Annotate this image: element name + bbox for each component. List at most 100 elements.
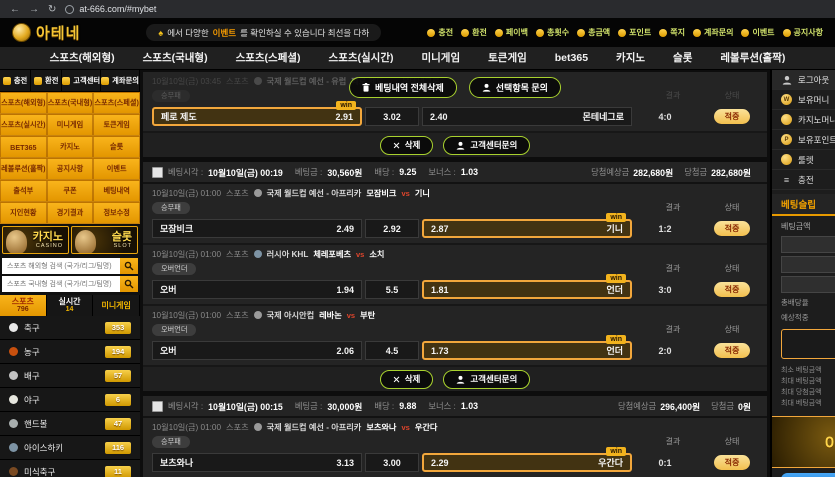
header-link-포인트[interactable]: 포인트 <box>618 27 651 38</box>
header-link-공지사항[interactable]: 공지사항 <box>783 27 823 38</box>
nav-item-스포츠(해외형)[interactable]: 스포츠(해외형) <box>36 47 129 69</box>
status-header: 상태 <box>706 90 758 101</box>
nav-item-토큰게임[interactable]: 토큰게임 <box>474 47 541 69</box>
search-button-2[interactable] <box>120 276 138 292</box>
reload-icon[interactable]: ↻ <box>48 4 56 15</box>
trash-icon <box>362 83 370 92</box>
menu-grid-스포츠(해외형)[interactable]: 스포츠(해외형) <box>0 92 47 114</box>
forward-icon[interactable]: → <box>29 4 39 15</box>
nav-item-스포츠(실시간)[interactable]: 스포츠(실시간) <box>315 47 408 69</box>
athens-banner[interactable]: 아테네 <box>772 416 835 468</box>
menu-grid-공지사항[interactable]: 공지사항 <box>47 158 94 180</box>
sport-item-농구[interactable]: 농구194 <box>0 340 140 364</box>
header-link-총횟수[interactable]: 총횟수 <box>536 27 569 38</box>
header-link-페이백[interactable]: 페이백 <box>495 27 528 38</box>
account-row-로그아웃[interactable]: 로그아웃 <box>772 70 835 90</box>
nav-item-레볼루션(홀짝)[interactable]: 레볼루션(홀짝) <box>706 47 799 69</box>
sport-item-축구[interactable]: 축구353 <box>0 316 140 340</box>
match-info: 10월10일(금) 01:00스포츠러시아 KHL체레포베츠vs소치 <box>152 245 758 261</box>
quick-menu-환전[interactable]: 환전 <box>31 70 62 91</box>
menu-grid-레볼루션(홀짝)[interactable]: 레볼루션(홀짝) <box>0 158 47 180</box>
menu-grid-지인현황[interactable]: 지인현황 <box>0 202 47 224</box>
account-row-보유포인트[interactable]: P보유포인트 <box>772 130 835 150</box>
account-row-label: 보유포인트 <box>798 134 835 146</box>
menu-grid-정보수정[interactable]: 정보수정 <box>93 202 140 224</box>
event-icon <box>741 29 749 37</box>
delete-bet-button[interactable]: 삭제 <box>380 136 434 155</box>
header-link-쪽지[interactable]: 쪽지 <box>659 27 685 38</box>
sport-item-미식축구[interactable]: 미식축구11 <box>0 460 140 477</box>
menu-grid-BET365[interactable]: BET365 <box>0 136 47 158</box>
search-button-1[interactable] <box>120 258 138 274</box>
menu-grid-이벤트[interactable]: 이벤트 <box>93 158 140 180</box>
sport-item-핸드볼[interactable]: 핸드볼47 <box>0 412 140 436</box>
menu-grid-스포츠(국내형)[interactable]: 스포츠(국내형) <box>47 92 94 114</box>
header-link-충전[interactable]: 충전 <box>427 27 453 38</box>
bet-chip-3[interactable] <box>781 276 835 293</box>
account-row-보유머니[interactable]: W보유머니 <box>772 90 835 110</box>
header-link-label: 충전 <box>438 27 453 38</box>
support-inquiry-button[interactable]: 고객센터문의 <box>443 136 530 155</box>
result-value: 0:1 <box>632 458 698 468</box>
menu-grid-쿠폰[interactable]: 쿠폰 <box>47 180 94 202</box>
menu-grid-미니게임[interactable]: 미니게임 <box>47 114 94 136</box>
nav-item-bet365[interactable]: bet365 <box>541 47 602 69</box>
menu-grid-베팅내역[interactable]: 베팅내역 <box>93 180 140 202</box>
search-input-2[interactable] <box>2 276 120 292</box>
back-icon[interactable]: ← <box>10 4 20 15</box>
quick-menu-충전[interactable]: 충전 <box>0 70 31 91</box>
nav-item-슬롯[interactable]: 슬롯 <box>659 47 706 69</box>
menu-grid-카지노[interactable]: 카지노 <box>47 136 94 158</box>
address-bar[interactable]: at-666.com/#mybet <box>65 4 156 14</box>
sport-item-배구[interactable]: 배구57 <box>0 364 140 388</box>
header-link-환전[interactable]: 환전 <box>461 27 487 38</box>
menu-grid-경기결과[interactable]: 경기결과 <box>47 202 94 224</box>
delete-bet-button[interactable]: 삭제 <box>380 370 434 389</box>
menu-grid-토큰게임[interactable]: 토큰게임 <box>93 114 140 136</box>
header-link-label: 공지사항 <box>794 27 823 38</box>
menu-grid-출석부[interactable]: 출석부 <box>0 180 47 202</box>
odds-label: 배당 : <box>374 400 394 412</box>
withdraw-icon <box>34 77 42 85</box>
account-row-룰렛[interactable]: 룰렛 <box>772 150 835 170</box>
bet-button-box[interactable] <box>781 329 835 359</box>
account-row-카지노머니[interactable]: 카지노머니 <box>772 110 835 130</box>
inquire-selected-button[interactable]: 선택항목 문의 <box>469 77 561 98</box>
quick-menu-고객센터[interactable]: 고객센터 <box>62 70 101 91</box>
account-row-충전[interactable]: ≡충전 <box>772 170 835 190</box>
site-logo[interactable]: 아테네 <box>12 22 80 43</box>
tab-실시간[interactable]: 실시간14 <box>47 295 94 316</box>
nav-item-미니게임[interactable]: 미니게임 <box>407 47 474 69</box>
delete-all-bets-button[interactable]: 베팅내역 전체삭제 <box>349 77 457 98</box>
menu-grid-스포츠(스페셜)[interactable]: 스포츠(스페셜) <box>93 92 140 114</box>
sport-item-야구[interactable]: 야구6 <box>0 388 140 412</box>
sport-name: 농구 <box>24 346 40 358</box>
match-time: 10월10일(금) 01:00 <box>152 421 221 433</box>
telegram-button[interactable] <box>781 473 835 477</box>
quick-menu-계좌문의[interactable]: 계좌문의 <box>101 70 140 91</box>
menu-grid-슬롯[interactable]: 슬롯 <box>93 136 140 158</box>
nav-item-카지노[interactable]: 카지노 <box>602 47 659 69</box>
tab-미니게임[interactable]: 미니게임 <box>93 295 140 316</box>
bet-chip-1[interactable]: 5천 <box>781 236 835 253</box>
result-value: 4:0 <box>632 112 698 122</box>
menu-grid-스포츠(실시간)[interactable]: 스포츠(실시간) <box>0 114 47 136</box>
select-checkbox[interactable] <box>152 401 163 412</box>
select-checkbox[interactable] <box>152 167 163 178</box>
nav-item-스포츠(국내형)[interactable]: 스포츠(국내형) <box>129 47 222 69</box>
bonus-value: 1.03 <box>461 401 478 411</box>
bet-chip-2[interactable]: 10만 <box>781 256 835 273</box>
header-link-계좌문의[interactable]: 계좌문의 <box>693 27 733 38</box>
header-link-총금액[interactable]: 총금액 <box>577 27 610 38</box>
sport-item-아이스하키[interactable]: 아이스하키116 <box>0 436 140 460</box>
odds-row: 보츠와나3.133.002.29우간다win0:1적중 <box>152 453 758 472</box>
header-link-이벤트[interactable]: 이벤트 <box>741 27 774 38</box>
search-input-1[interactable] <box>2 258 120 274</box>
support-inquiry-button[interactable]: 고객센터문의 <box>443 370 530 389</box>
nav-item-스포츠(스페셜)[interactable]: 스포츠(스페셜) <box>222 47 315 69</box>
banner-slot[interactable]: 슬롯SLOT <box>71 226 138 254</box>
tab-스포츠[interactable]: 스포츠796 <box>0 295 47 316</box>
banner-casino[interactable]: 카지노CASINO <box>2 226 69 254</box>
selection-odds: 2.29 <box>431 458 449 468</box>
site-info-icon[interactable] <box>65 5 74 14</box>
